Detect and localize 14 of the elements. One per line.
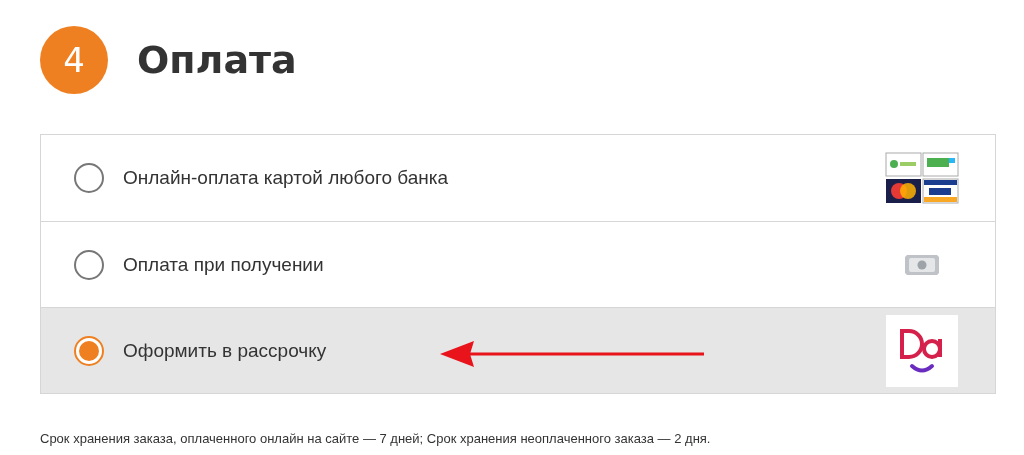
payment-option[interactable]: Онлайн-оплата картой любого банка <box>41 135 995 221</box>
option-label: Оплата при получении <box>123 253 324 276</box>
step-number-badge: 4 <box>40 26 108 94</box>
radio-button[interactable] <box>74 163 104 193</box>
section-title: Оплата <box>137 38 297 82</box>
da-logo-icon <box>886 314 958 387</box>
storage-note: Срок хранения заказа, оплаченного онлайн на сайте — 7 дней; Срок хранения неоплаченного заказа — 2 дня. <box>40 431 712 446</box>
payment-cards-icon <box>885 152 959 204</box>
radio-button[interactable] <box>74 249 104 280</box>
payment-option[interactable]: Оформить в рассрочку <box>41 307 995 393</box>
option-label: Оформить в рассрочку <box>123 339 327 362</box>
option-label: Онлайн-оплата картой любого банка <box>123 167 449 189</box>
banknote-icon <box>904 253 940 276</box>
radio-button[interactable] <box>74 335 104 366</box>
